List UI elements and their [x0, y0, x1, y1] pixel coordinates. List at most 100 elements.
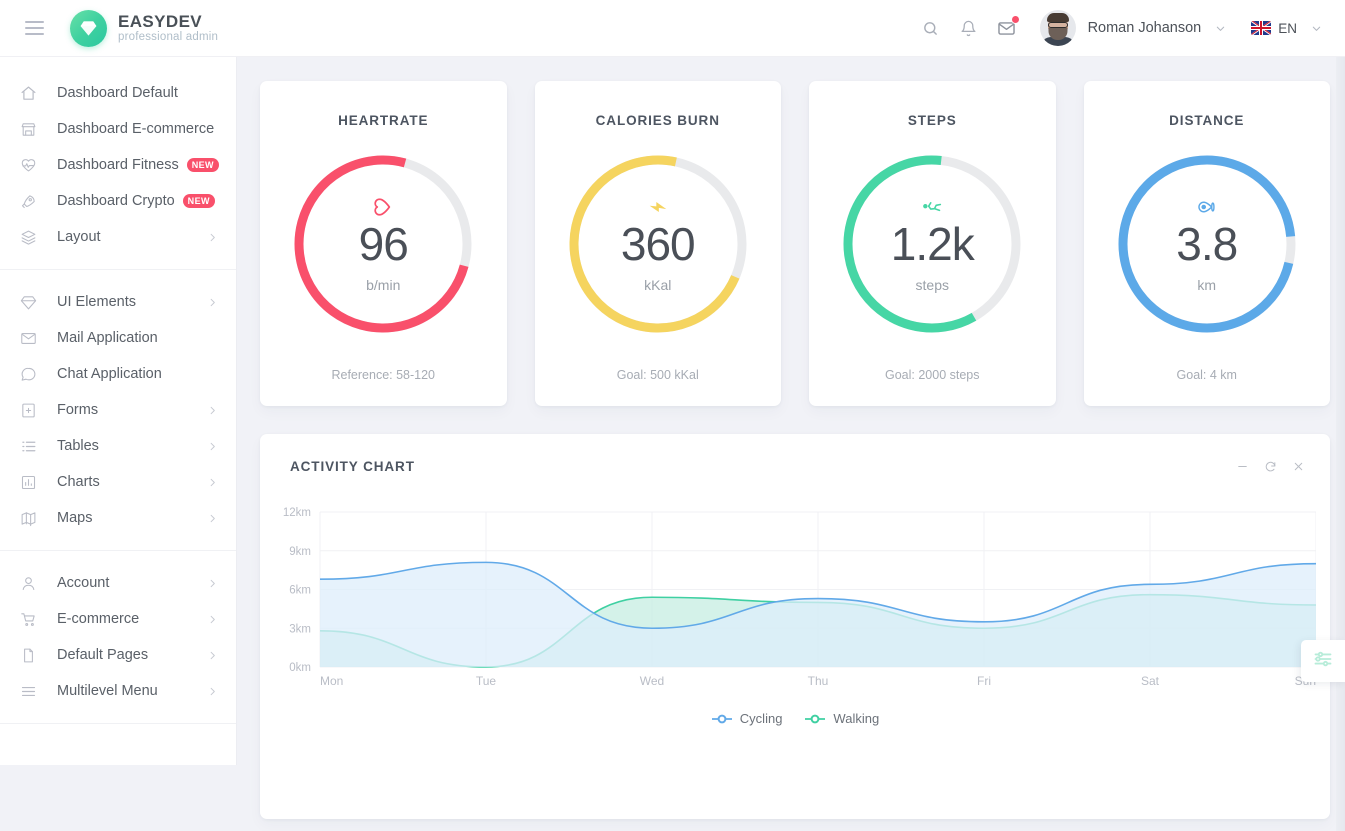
nav-group-dashboards: Dashboard Default Dashboard E-commerce D… [0, 69, 236, 261]
sidebar-item-forms[interactable]: Forms [0, 392, 236, 428]
sidebar-item-label: Default Pages [57, 647, 149, 663]
stat-title: DISTANCE [1169, 113, 1245, 128]
diamond-icon [70, 9, 107, 47]
refresh-icon[interactable] [1262, 458, 1278, 474]
diamond-icon [19, 293, 38, 312]
user-name[interactable]: Roman Johanson [1088, 20, 1202, 36]
svg-text:Thu: Thu [808, 674, 829, 688]
chart-plot-area: 0km3km6km9km12kmMonTueWedThuFriSatSun [260, 474, 1330, 699]
stat-footer: Goal: 2000 steps [884, 368, 980, 382]
bell-icon[interactable] [950, 9, 988, 47]
activity-chart-card: ACTIVITY CHART 0km 3km 6km 9km 12km Mon Tue We [260, 434, 1330, 819]
logo-subtitle: professional admin [118, 30, 219, 43]
sidebar-item-ui-elements[interactable]: UI Elements [0, 284, 236, 320]
bolt-icon [648, 195, 668, 219]
stat-card-calories-burn: CALORIES BURN 360 kKal Goal: 500 kKal [534, 81, 781, 406]
walk-icon [922, 195, 942, 219]
sidebar-item-label: Account [57, 575, 110, 591]
svg-text:Tue: Tue [476, 674, 497, 688]
envelope-icon[interactable] [988, 9, 1026, 47]
sidebar-item-label: Dashboard E-commerce [57, 121, 215, 137]
page-scrollbar[interactable] [1336, 57, 1345, 831]
stat-footer: Goal: 4 km [1176, 368, 1237, 382]
brand-logo[interactable]: EASYDEV professional admin [70, 9, 219, 47]
sidebar-item-dashboard-ecommerce[interactable]: Dashboard E-commerce [0, 111, 236, 147]
activity-area-chart: 0km3km6km9km12kmMonTueWedThuFriSatSun [283, 507, 1317, 688]
svg-text:Fri: Fri [977, 674, 991, 688]
stat-unit: b/min [366, 277, 401, 293]
file-icon [19, 646, 38, 665]
nav-group-pages: Account E-commerce Default Pages Multile… [0, 559, 236, 715]
chevron-right-icon [207, 614, 218, 625]
sidebar-item-mail-application[interactable]: Mail Application [0, 320, 236, 356]
stat-title: HEARTRATE [338, 113, 429, 128]
sidebar-item-default-pages[interactable]: Default Pages [0, 637, 236, 673]
stat-unit: km [1197, 277, 1217, 293]
progress-ring-distance: 3.8 km [1114, 151, 1300, 337]
hamburger-icon[interactable] [16, 10, 52, 46]
stat-unit: steps [915, 277, 949, 293]
sidebar-item-account[interactable]: Account [0, 565, 236, 601]
layers-icon [19, 228, 38, 247]
lang-chevron-down-icon[interactable] [1305, 17, 1327, 39]
unread-badge [1010, 15, 1020, 24]
chevron-right-icon [207, 578, 218, 589]
nav-group-apps: UI Elements Mail Application Chat Applic… [0, 278, 236, 542]
stat-title: CALORIES BURN [595, 113, 720, 128]
settings-panel-toggle[interactable] [1301, 640, 1345, 682]
stat-title: STEPS [907, 113, 957, 128]
stat-unit: kKal [644, 277, 672, 293]
sidebar-item-e-commerce[interactable]: E-commerce [0, 601, 236, 637]
pin-icon [1197, 195, 1216, 219]
sidebar-item-charts[interactable]: Charts [0, 464, 236, 500]
sidebar-item-label: Dashboard Fitness [57, 157, 179, 173]
search-icon[interactable] [912, 9, 950, 47]
main-content: HEARTRATE 96 b/min Reference: 58-120 CAL… [236, 57, 1345, 831]
legend-marker-cycling [711, 714, 732, 723]
chevron-right-icon [207, 477, 218, 488]
sidebar-item-label: E-commerce [57, 611, 140, 627]
heart-icon [372, 195, 394, 219]
svg-text:0km: 0km [289, 662, 311, 674]
sidebar-item-dashboard-crypto[interactable]: Dashboard Crypto NEW [0, 183, 236, 219]
rocket-icon [19, 192, 38, 211]
chevron-right-icon [207, 405, 218, 416]
minus-icon[interactable] [1234, 458, 1250, 474]
stat-card-heartrate: HEARTRATE 96 b/min Reference: 58-120 [260, 81, 507, 406]
stat-value: 3.8 [1176, 218, 1238, 270]
store-icon [19, 120, 38, 139]
legend-item-walking[interactable]: Walking [804, 711, 879, 726]
sidebar-item-label: UI Elements [57, 294, 136, 310]
sidebar-item-tables[interactable]: Tables [0, 428, 236, 464]
progress-ring-heartrate: 96 b/min [290, 151, 476, 337]
sidebar-item-label: Mail Application [57, 330, 158, 346]
legend-marker-walking [805, 714, 826, 723]
stat-footer: Goal: 500 kKal [616, 368, 699, 382]
header-actions: Roman Johanson EN [912, 9, 1345, 47]
chevron-down-icon[interactable] [1209, 17, 1231, 39]
avatar[interactable] [1039, 10, 1076, 46]
sidebar-item-dashboard-default[interactable]: Dashboard Default [0, 75, 236, 111]
sidebar-item-multilevel-menu[interactable]: Multilevel Menu [0, 673, 236, 709]
stat-value: 1.2k [890, 218, 975, 270]
close-icon[interactable] [1290, 458, 1306, 474]
svg-text:12km: 12km [283, 507, 311, 519]
sidebar-item-maps[interactable]: Maps [0, 500, 236, 536]
menu-icon [19, 682, 38, 701]
bar-chart-icon [19, 473, 38, 492]
svg-text:Wed: Wed [640, 674, 664, 688]
chat-icon [19, 365, 38, 384]
sidebar-item-layout[interactable]: Layout [0, 219, 236, 255]
sidebar-item-dashboard-fitness[interactable]: Dashboard Fitness NEW [0, 147, 236, 183]
envelope-icon [19, 329, 38, 348]
stat-cards-row: HEARTRATE 96 b/min Reference: 58-120 CAL… [236, 57, 1345, 406]
legend-item-cycling[interactable]: Cycling [711, 711, 782, 726]
chevron-right-icon [207, 650, 218, 661]
legend-label: Walking [833, 711, 880, 726]
sidebar-item-chat-application[interactable]: Chat Application [0, 356, 236, 392]
chart-header: ACTIVITY CHART [260, 434, 1330, 474]
sidebar-item-label: Multilevel Menu [57, 683, 158, 699]
language-label[interactable]: EN [1278, 21, 1297, 36]
status-badge-new: NEW [186, 158, 219, 172]
svg-text:3km: 3km [289, 623, 311, 635]
